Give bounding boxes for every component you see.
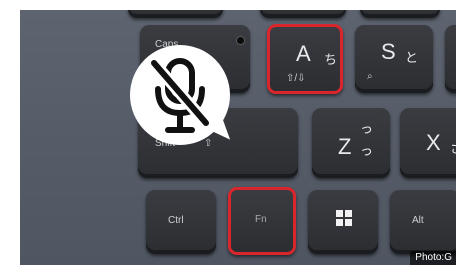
key-alt: Alt xyxy=(390,190,456,254)
key-s-label: S xyxy=(381,39,396,64)
photo-credit: Photo:G xyxy=(410,251,456,265)
keyboard-photo: Caps A ち ⇧/⇩ S と ⌕ Shift ⇧ っ Z っ X さ Ctr… xyxy=(20,10,456,265)
key-ctrl: Ctrl xyxy=(146,190,216,254)
key-a: A ち ⇧/⇩ xyxy=(267,24,343,94)
key-alt-label: Alt xyxy=(412,215,424,226)
key-s-sub: ⌕ xyxy=(367,71,373,82)
windows-logo-icon xyxy=(336,210,352,226)
key-top-left xyxy=(128,10,223,18)
key-top-right xyxy=(360,10,440,18)
key-fn-label: Fn xyxy=(255,214,267,225)
key-fn: Fn xyxy=(228,187,296,255)
key-x: X さ xyxy=(400,108,456,178)
key-x-label: X xyxy=(426,130,441,155)
key-d-partial xyxy=(445,25,456,93)
key-z-kana: っ xyxy=(360,143,374,158)
caps-indicator-led xyxy=(237,37,244,44)
key-x-kana: さ xyxy=(450,138,456,157)
key-s-kana: と xyxy=(405,50,419,65)
key-ctrl-label: Ctrl xyxy=(168,215,184,226)
key-z-kana-top: っ xyxy=(360,121,374,136)
key-s: S と ⌕ xyxy=(355,25,433,93)
key-a-kana: ち xyxy=(324,52,338,67)
key-a-sub: ⇧/⇩ xyxy=(286,73,306,84)
key-z-label: Z xyxy=(338,134,352,159)
key-a-label: A xyxy=(296,41,311,66)
key-top-middle xyxy=(260,10,346,18)
key-z: っ Z っ xyxy=(312,108,390,178)
microphone-muted-icon xyxy=(148,57,212,133)
